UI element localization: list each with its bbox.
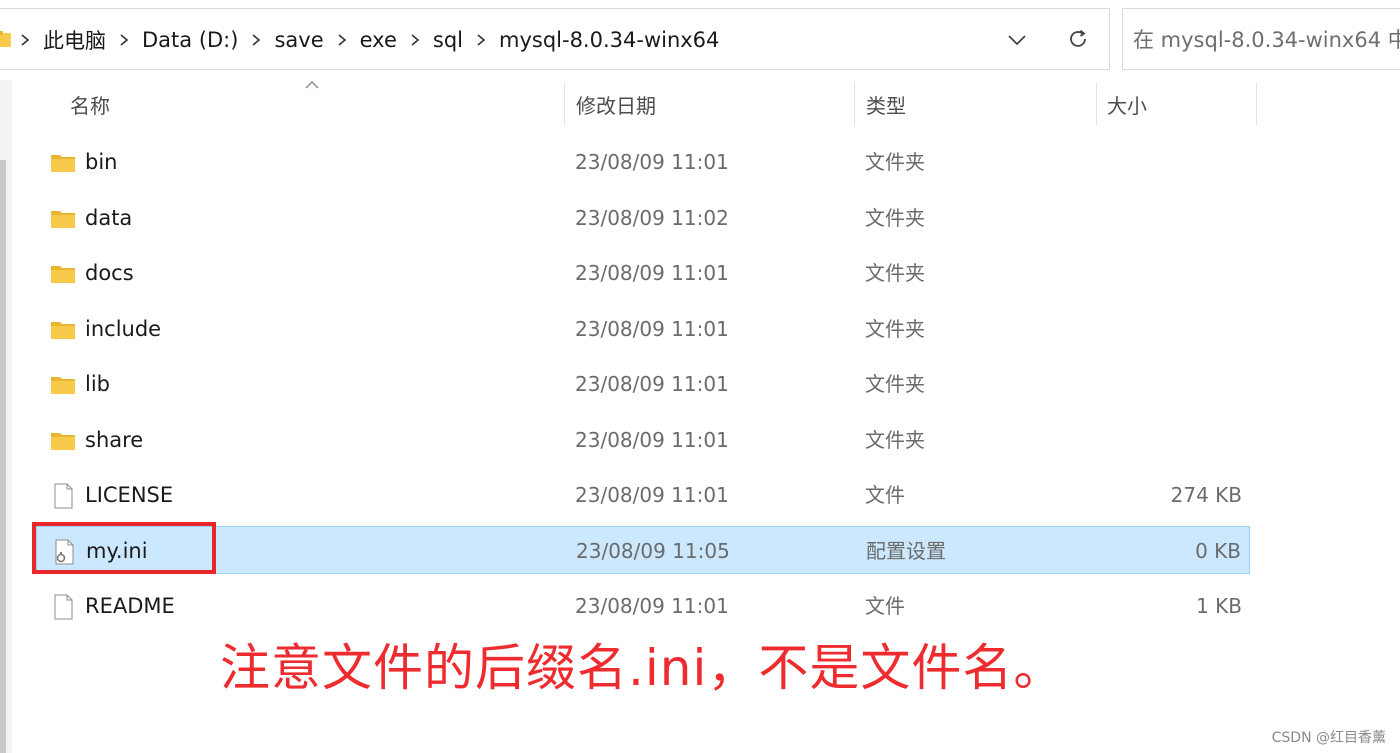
column-header-type-label: 类型 xyxy=(866,93,906,118)
file-icon xyxy=(50,483,76,509)
breadcrumb-item-this-pc[interactable]: 此电脑 xyxy=(39,25,110,55)
file-type: 文件夹 xyxy=(865,261,925,285)
file-name: share xyxy=(85,428,144,452)
chevron-right-icon[interactable] xyxy=(114,33,134,47)
column-header-modified-label: 修改日期 xyxy=(576,93,656,118)
file-modified: 23/08/09 11:02 xyxy=(575,206,729,230)
breadcrumb-item-mysql[interactable]: mysql-8.0.34-winx64 xyxy=(495,28,723,52)
file-size: 274 KB xyxy=(1170,483,1242,507)
column-header-name[interactable]: 名称 xyxy=(70,82,564,126)
file-name: lib xyxy=(85,372,110,396)
column-header-modified[interactable]: 修改日期 xyxy=(576,82,854,126)
file-modified: 23/08/09 11:01 xyxy=(575,372,729,396)
file-name: bin xyxy=(85,150,118,174)
file-modified: 23/08/09 11:05 xyxy=(576,539,730,563)
annotation-note: 注意文件的后缀名.ini，不是文件名。 xyxy=(220,639,1065,697)
chevron-right-icon[interactable] xyxy=(332,33,352,47)
file-row-lib[interactable]: lib 23/08/09 11:01 文件夹 xyxy=(36,360,1250,408)
file-row-my-ini[interactable]: my.ini 23/08/09 11:05 配置设置 0 KB xyxy=(36,526,1250,574)
chevron-right-icon[interactable] xyxy=(246,33,266,47)
column-divider[interactable] xyxy=(1256,82,1257,126)
file-modified: 23/08/09 11:01 xyxy=(575,261,729,285)
breadcrumb-item-sql[interactable]: sql xyxy=(429,28,467,52)
folder-icon xyxy=(50,428,76,454)
file-name: LICENSE xyxy=(85,483,174,507)
column-header-size-label: 大小 xyxy=(1107,93,1147,118)
file-type: 文件夹 xyxy=(865,206,925,230)
folder-icon xyxy=(50,317,76,343)
breadcrumb-item-data-drive[interactable]: Data (D:) xyxy=(138,28,242,52)
column-header-type[interactable]: 类型 xyxy=(866,82,1096,126)
file-modified: 23/08/09 11:01 xyxy=(575,594,729,618)
chevron-right-icon[interactable] xyxy=(405,33,425,47)
refresh-icon[interactable] xyxy=(1064,25,1092,53)
column-header-size[interactable]: 大小 xyxy=(1107,82,1257,126)
folder-icon xyxy=(0,30,11,50)
file-name: include xyxy=(85,317,162,341)
chevron-right-icon[interactable] xyxy=(471,33,491,47)
file-type: 配置设置 xyxy=(866,539,946,563)
folder-icon xyxy=(50,372,76,398)
chevron-right-icon[interactable] xyxy=(15,33,35,47)
file-type: 文件夹 xyxy=(865,150,925,174)
file-size: 1 KB xyxy=(1196,594,1242,618)
search-input[interactable]: 在 mysql-8.0.34-winx64 中 xyxy=(1122,8,1400,70)
column-divider[interactable] xyxy=(1096,82,1097,126)
file-name: docs xyxy=(85,261,134,285)
file-name: data xyxy=(85,206,133,230)
watermark: CSDN @红目香薰 xyxy=(1271,730,1386,746)
file-row-include[interactable]: include 23/08/09 11:01 文件夹 xyxy=(36,305,1250,353)
file-type: 文件夹 xyxy=(865,428,925,452)
column-divider[interactable] xyxy=(854,82,855,126)
breadcrumb-item-save[interactable]: save xyxy=(270,28,327,52)
file-type: 文件 xyxy=(865,594,905,618)
file-type: 文件夹 xyxy=(865,317,925,341)
address-bar[interactable]: 此电脑 Data (D:) save exe sql mysql-8.0.34-… xyxy=(0,8,1110,70)
chevron-down-icon[interactable] xyxy=(1004,27,1030,53)
file-type: 文件 xyxy=(865,483,905,507)
file-icon xyxy=(50,594,76,620)
folder-icon xyxy=(50,206,76,232)
file-row-share[interactable]: share 23/08/09 11:01 文件夹 xyxy=(36,416,1250,464)
file-row-docs[interactable]: docs 23/08/09 11:01 文件夹 xyxy=(36,249,1250,297)
column-header-name-label: 名称 xyxy=(70,93,110,118)
file-explorer-window: 此电脑 Data (D:) save exe sql mysql-8.0.34-… xyxy=(0,0,1400,753)
file-name: README xyxy=(85,594,175,618)
file-row-license[interactable]: LICENSE 23/08/09 11:01 文件 274 KB xyxy=(36,471,1250,519)
file-modified: 23/08/09 11:01 xyxy=(575,150,729,174)
file-row-data[interactable]: data 23/08/09 11:02 文件夹 xyxy=(36,194,1250,242)
file-modified: 23/08/09 11:01 xyxy=(575,483,729,507)
file-type: 文件夹 xyxy=(865,372,925,396)
folder-icon xyxy=(50,261,76,287)
file-row-readme[interactable]: README 23/08/09 11:01 文件 1 KB xyxy=(36,582,1250,630)
file-size: 0 KB xyxy=(1195,539,1241,563)
file-modified: 23/08/09 11:01 xyxy=(575,317,729,341)
annotation-highlight-box xyxy=(32,522,216,574)
navigation-pane-edge xyxy=(0,80,12,753)
file-row-bin[interactable]: bin 23/08/09 11:01 文件夹 xyxy=(36,138,1250,186)
scrollbar[interactable] xyxy=(0,160,6,753)
breadcrumb-item-exe[interactable]: exe xyxy=(356,28,401,52)
search-placeholder: 在 mysql-8.0.34-winx64 中 xyxy=(1133,28,1400,52)
breadcrumb: 此电脑 Data (D:) save exe sql mysql-8.0.34-… xyxy=(0,9,723,71)
folder-icon xyxy=(50,150,76,176)
column-divider[interactable] xyxy=(564,82,565,126)
file-modified: 23/08/09 11:01 xyxy=(575,428,729,452)
